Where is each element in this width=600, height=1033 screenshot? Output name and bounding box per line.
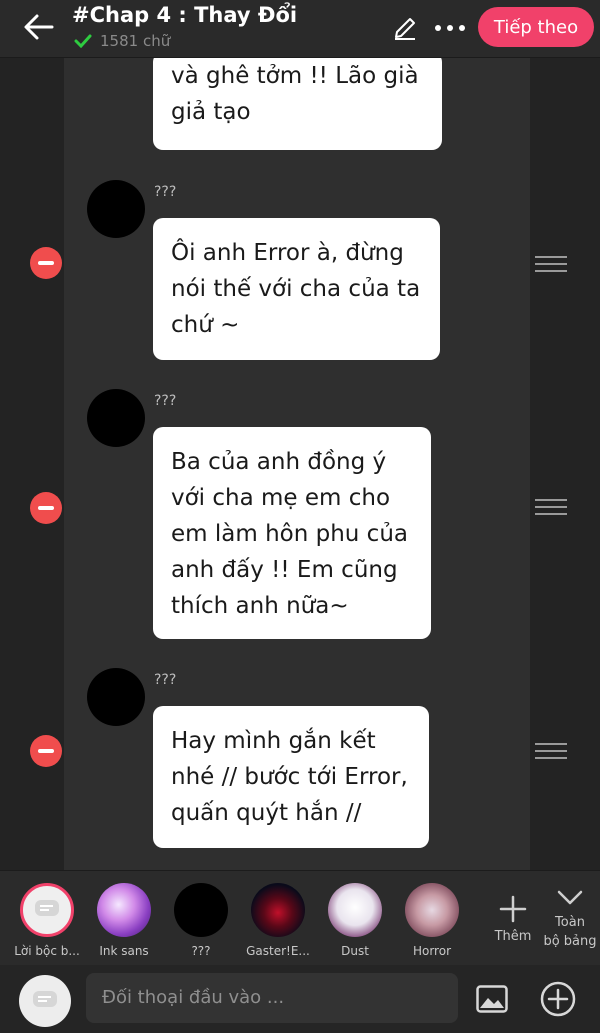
speaker-avatar[interactable] [87, 180, 145, 238]
ink-sans-avatar [97, 883, 151, 937]
character-name: Lời bộc b... [14, 944, 80, 958]
add-circle-icon[interactable] [540, 981, 576, 1017]
dialogue-input[interactable]: Đối thoại đầu vào ... [86, 973, 458, 1023]
character-narrator[interactable]: Lời bộc b... [14, 883, 80, 958]
speaker-avatar[interactable] [87, 668, 145, 726]
remove-message-button[interactable] [30, 247, 62, 279]
character-name: Horror [412, 944, 452, 958]
dialogue-area: và ghê tởm !! Lão già giả tạo ??? Ôi anh… [0, 58, 600, 870]
back-arrow-icon[interactable] [22, 12, 56, 42]
pencil-icon[interactable] [392, 15, 418, 41]
word-count: 1581 chữ [74, 32, 170, 50]
more-options-icon[interactable] [433, 18, 467, 38]
input-bar: Đối thoại đầu vào ... [0, 965, 600, 1033]
all-characters-button[interactable]: Toàn bộ bảng [540, 883, 600, 951]
narrator-avatar [20, 883, 74, 937]
character-gaster-error[interactable]: Gaster!E... [245, 883, 311, 958]
character-name: ??? [191, 944, 211, 958]
drag-handle-icon[interactable] [535, 743, 567, 761]
horror-avatar [405, 883, 459, 937]
all-characters-label: Toàn bộ bảng [543, 915, 597, 949]
message-bubble[interactable]: Ba của anh đồng ý với cha mẹ em cho em l… [153, 427, 431, 639]
speaker-avatar[interactable] [87, 389, 145, 447]
add-character-label: Thêm [494, 929, 532, 944]
gaster-error-avatar [251, 883, 305, 937]
remove-message-button[interactable] [30, 735, 62, 767]
message-bubble[interactable]: Ôi anh Error à, đừng nói thế với cha của… [153, 218, 440, 360]
chevron-down-icon [557, 890, 583, 905]
dust-avatar [328, 883, 382, 937]
check-icon [74, 34, 92, 48]
character-horror[interactable]: Horror [399, 883, 465, 958]
speech-bubble-icon [33, 991, 57, 1007]
unknown-avatar [174, 883, 228, 937]
character-dust[interactable]: Dust [322, 883, 388, 958]
top-bar: #Chap 4 : Thay Đổi 1581 chữ Tiếp theo [0, 0, 600, 58]
image-icon[interactable] [476, 985, 508, 1013]
drag-handle-icon[interactable] [535, 499, 567, 517]
speaker-name: ??? [154, 393, 177, 409]
speaker-name: ??? [154, 184, 177, 200]
remove-message-button[interactable] [30, 492, 62, 524]
character-bar: Lời bộc b... Ink sans ??? Gaster!E... Du… [0, 870, 600, 965]
character-name: Gaster!E... [246, 944, 310, 958]
character-unknown[interactable]: ??? [168, 883, 234, 958]
plus-icon [499, 895, 527, 923]
character-name: Dust [341, 944, 369, 958]
chapter-title: #Chap 4 : Thay Đổi [72, 3, 298, 27]
character-name: Ink sans [99, 944, 149, 958]
character-ink-sans[interactable]: Ink sans [91, 883, 157, 958]
add-character-button[interactable]: Thêm [490, 885, 536, 946]
message-bubble[interactable]: Hay mình gắn kết nhé // bước tới Error, … [153, 706, 429, 848]
drag-handle-icon[interactable] [535, 256, 567, 274]
message-bubble[interactable]: và ghê tởm !! Lão già giả tạo [153, 58, 442, 150]
word-count-label: 1581 chữ [100, 32, 171, 50]
speaker-name: ??? [154, 672, 177, 688]
speech-bubble-icon [35, 900, 59, 916]
next-button[interactable]: Tiếp theo [478, 7, 594, 47]
current-speaker-avatar[interactable] [19, 975, 71, 1027]
